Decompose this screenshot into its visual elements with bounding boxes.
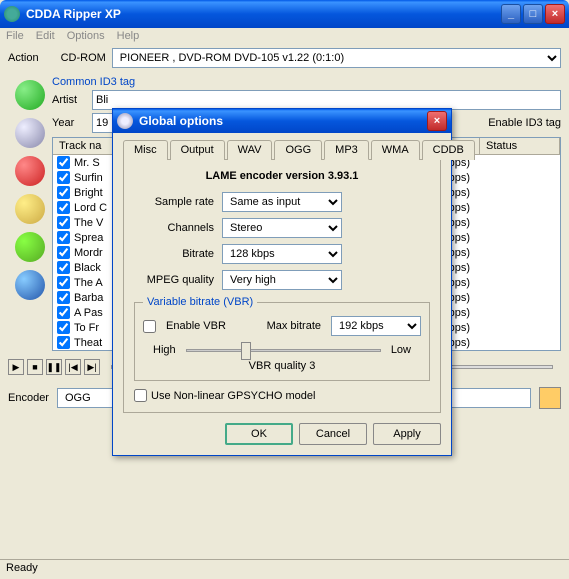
next-button[interactable]: ▶|	[84, 359, 100, 375]
browse-folder-button[interactable]	[539, 387, 561, 409]
minimize-button[interactable]: _	[501, 4, 521, 24]
tab-cddb[interactable]: CDDB	[422, 140, 475, 160]
track-checkbox[interactable]	[57, 336, 70, 349]
mpeg-quality-label: MPEG quality	[134, 274, 214, 286]
app-icon	[4, 6, 20, 22]
globe-icon	[117, 113, 133, 129]
track-checkbox[interactable]	[57, 276, 70, 289]
track-checkbox[interactable]	[57, 246, 70, 259]
mpeg-quality-select[interactable]: Very high	[222, 270, 342, 290]
stop-button[interactable]: ■	[27, 359, 43, 375]
menu-edit[interactable]: Edit	[36, 30, 55, 42]
disc-icon[interactable]	[15, 118, 45, 148]
vbr-low-label: Low	[391, 344, 411, 356]
tab-mp3[interactable]: MP3	[324, 140, 369, 160]
bitrate-select[interactable]: 128 kbps	[222, 244, 342, 264]
artist-label: Artist	[52, 94, 86, 106]
vbr-quality-value: VBR quality 3	[143, 360, 421, 372]
sample-rate-select[interactable]: Same as input	[222, 192, 342, 212]
prev-button[interactable]: |◀	[65, 359, 81, 375]
artist-input[interactable]	[92, 90, 561, 110]
encoder-header: LAME encoder version 3.93.1	[134, 170, 430, 182]
vbr-fieldset: Variable bitrate (VBR) Enable VBR Max bi…	[134, 296, 430, 381]
statusbar: Ready	[0, 559, 569, 579]
vbr-legend: Variable bitrate (VBR)	[143, 296, 257, 308]
enable-id3-label: Enable ID3 tag	[488, 117, 561, 129]
track-checkbox[interactable]	[57, 216, 70, 229]
cdrom-label: CD-ROM	[61, 52, 106, 64]
enable-vbr-checkbox[interactable]	[143, 320, 156, 333]
tab-output[interactable]: Output	[170, 140, 225, 160]
stop-icon[interactable]	[15, 156, 45, 186]
channels-label: Channels	[134, 222, 214, 234]
max-bitrate-label: Max bitrate	[267, 320, 321, 332]
sidebar	[8, 72, 52, 351]
vbr-quality-slider[interactable]	[186, 349, 381, 352]
global-options-dialog: Global options × Misc Output WAV OGG MP3…	[112, 108, 452, 456]
pause-button[interactable]: ❚❚	[46, 359, 62, 375]
main-titlebar: CDDA Ripper XP _ □ ×	[0, 0, 569, 28]
id3-section-label: Common ID3 tag	[52, 76, 561, 88]
menu-help[interactable]: Help	[117, 30, 140, 42]
tab-ogg[interactable]: OGG	[274, 140, 322, 160]
track-checkbox[interactable]	[57, 291, 70, 304]
ok-button[interactable]: OK	[225, 423, 293, 445]
maximize-button[interactable]: □	[523, 4, 543, 24]
track-checkbox[interactable]	[57, 156, 70, 169]
track-checkbox[interactable]	[57, 201, 70, 214]
toolbar: Action CD-ROM PIONEER , DVD-ROM DVD-105 …	[0, 44, 569, 72]
cancel-button[interactable]: Cancel	[299, 423, 367, 445]
track-checkbox[interactable]	[57, 186, 70, 199]
download-icon[interactable]	[15, 232, 45, 262]
action-label: Action	[8, 52, 39, 64]
dialog-close-button[interactable]: ×	[427, 111, 447, 131]
sample-rate-label: Sample rate	[134, 196, 214, 208]
track-checkbox[interactable]	[57, 261, 70, 274]
track-checkbox[interactable]	[57, 306, 70, 319]
edit-icon[interactable]	[15, 194, 45, 224]
cdrom-select[interactable]: PIONEER , DVD-ROM DVD-105 v1.22 (0:1:0)	[112, 48, 561, 68]
dialog-tabs: Misc Output WAV OGG MP3 WMA CDDB	[123, 139, 441, 160]
max-bitrate-select[interactable]: 192 kbps	[331, 316, 421, 336]
refresh-icon[interactable]	[15, 80, 45, 110]
encoder-label: Encoder	[8, 392, 49, 404]
tab-wma[interactable]: WMA	[371, 140, 420, 160]
settings-icon[interactable]	[15, 270, 45, 300]
track-checkbox[interactable]	[57, 231, 70, 244]
menubar: File Edit Options Help	[0, 28, 569, 44]
window-title: CDDA Ripper XP	[26, 7, 499, 21]
status-text: Ready	[6, 562, 38, 574]
track-checkbox[interactable]	[57, 321, 70, 334]
tab-wav[interactable]: WAV	[227, 140, 273, 160]
menu-options[interactable]: Options	[67, 30, 105, 42]
dialog-title: Global options	[139, 114, 425, 128]
apply-button[interactable]: Apply	[373, 423, 441, 445]
menu-file[interactable]: File	[6, 30, 24, 42]
bitrate-label: Bitrate	[134, 248, 214, 260]
year-label: Year	[52, 117, 86, 129]
tab-misc[interactable]: Misc	[123, 140, 168, 160]
vbr-high-label: High	[153, 344, 176, 356]
play-button[interactable]: ▶	[8, 359, 24, 375]
gpsycho-checkbox[interactable]	[134, 389, 147, 402]
gpsycho-label: Use Non-linear GPSYCHO model	[151, 390, 315, 402]
close-button[interactable]: ×	[545, 4, 565, 24]
track-checkbox[interactable]	[57, 171, 70, 184]
channels-select[interactable]: Stereo	[222, 218, 342, 238]
col-status[interactable]: Status	[480, 138, 560, 154]
enable-vbr-label: Enable VBR	[166, 320, 226, 332]
